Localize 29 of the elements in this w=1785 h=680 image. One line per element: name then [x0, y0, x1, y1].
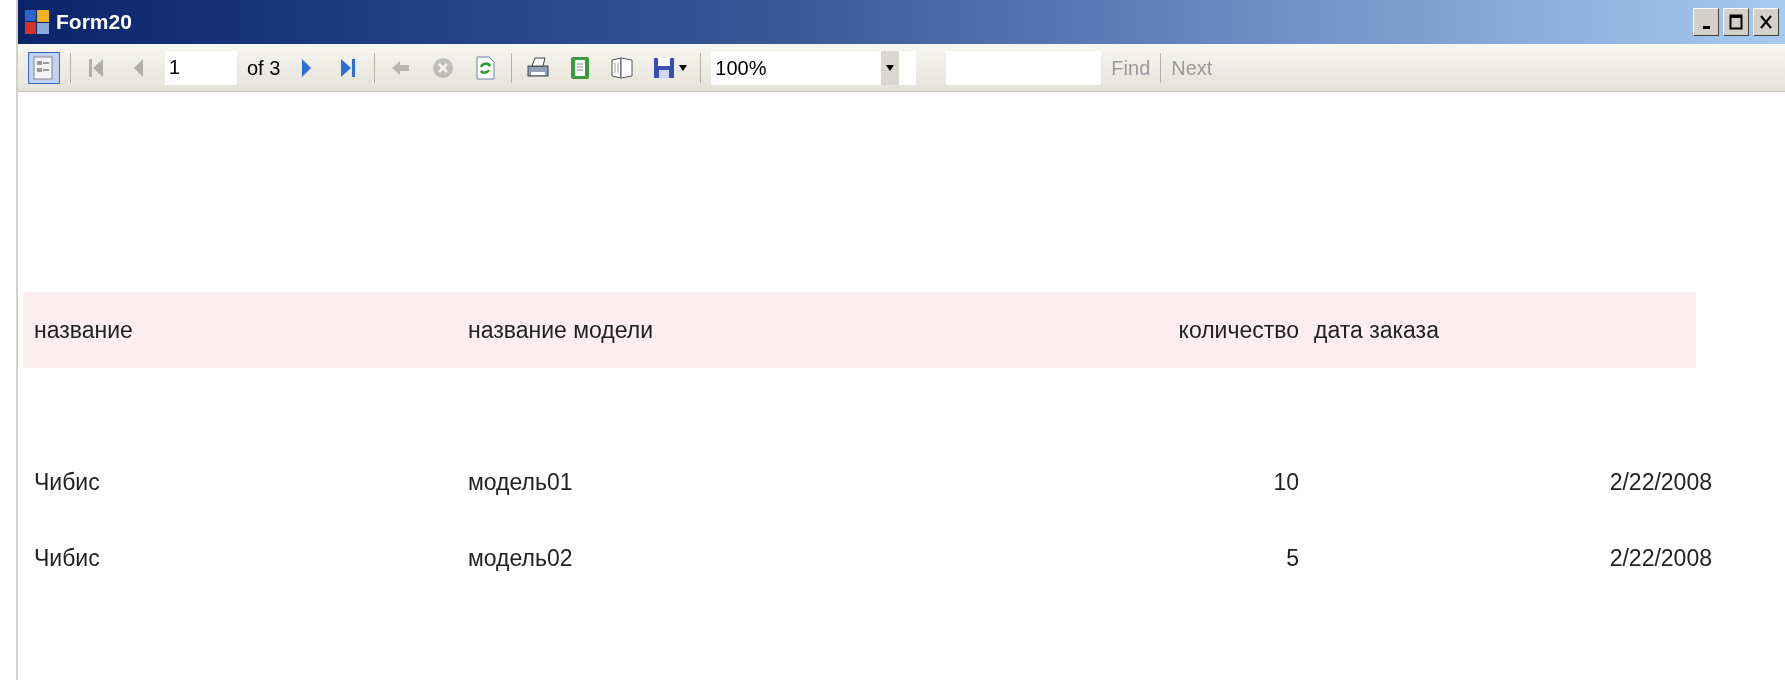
- column-header: название: [34, 315, 134, 345]
- dropdown-button[interactable]: [881, 50, 900, 85]
- document-map-button[interactable]: [28, 51, 60, 84]
- table-cell: 5: [1286, 544, 1299, 571]
- column-header: название модели: [468, 315, 655, 345]
- app-icon: [24, 9, 50, 35]
- maximize-button[interactable]: [1723, 8, 1749, 36]
- close-button[interactable]: [1753, 8, 1779, 36]
- close-icon: [1759, 14, 1773, 30]
- minimize-button[interactable]: [1693, 8, 1719, 36]
- minimize-icon: [1702, 25, 1710, 29]
- search-field[interactable]: [946, 50, 1102, 85]
- column-header: количество: [1177, 315, 1299, 345]
- table-cell: 2/22/2008: [1609, 544, 1712, 571]
- caret-icon: [679, 64, 688, 71]
- table-cell: 2/22/2008: [1609, 468, 1712, 495]
- table-cell: модель02: [468, 544, 573, 571]
- table-cell: модель01: [468, 468, 573, 495]
- table-cell: 10: [1273, 468, 1299, 495]
- maximize-icon: [1729, 14, 1743, 30]
- table-cell: Чибис: [34, 544, 100, 571]
- column-header: дата заказа: [1314, 315, 1440, 345]
- caret-icon: [886, 64, 895, 71]
- page-count: of 3: [247, 55, 281, 81]
- page-number-field[interactable]: 1: [165, 50, 237, 85]
- page-setup-icon: [609, 54, 636, 81]
- table-cell: Чибис: [34, 468, 100, 495]
- window-title: Form20: [56, 9, 132, 36]
- zoom-dropdown[interactable]: 100%: [711, 50, 917, 85]
